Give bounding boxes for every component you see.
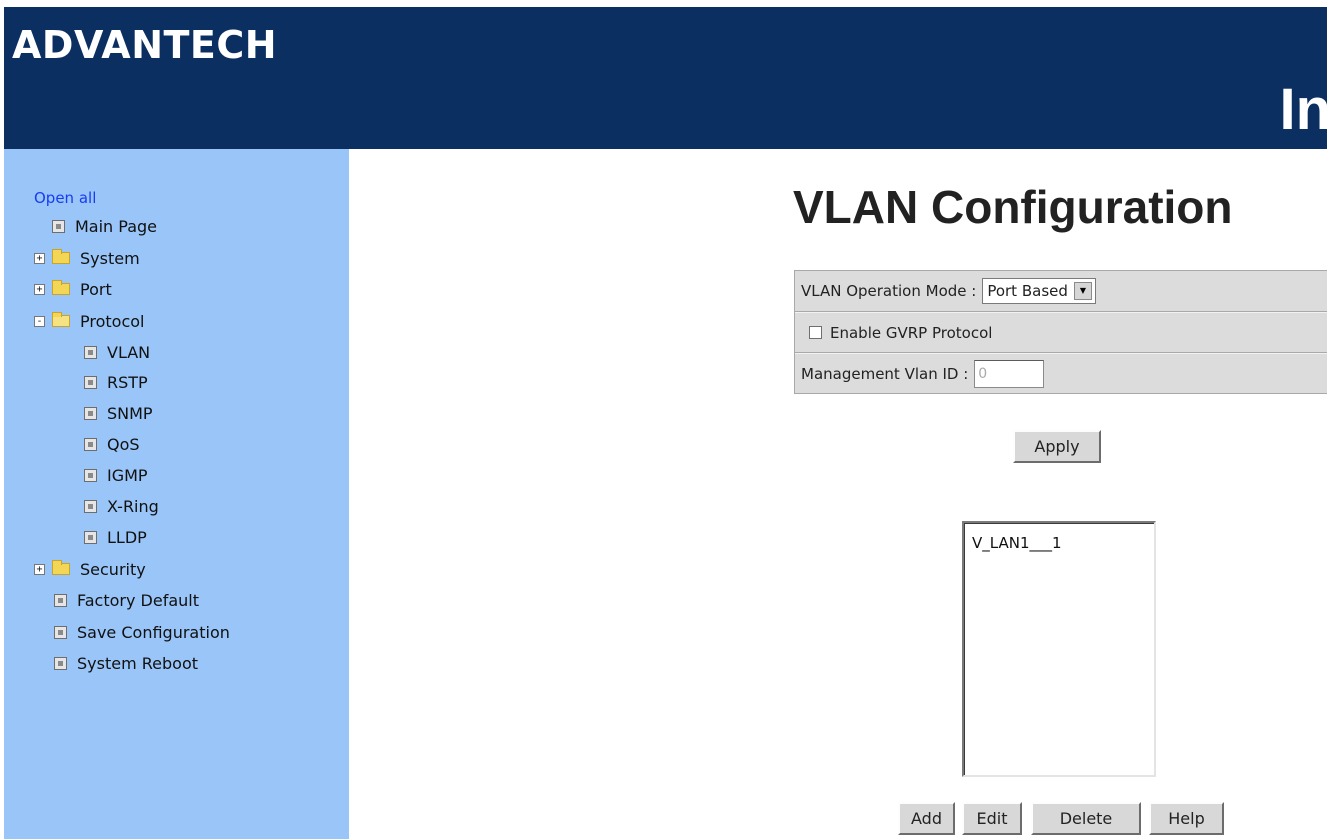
page-icon xyxy=(54,625,67,639)
sidebar-item-save-configuration[interactable]: Save Configuration xyxy=(54,620,230,644)
sidebar-item-label: System Reboot xyxy=(77,653,198,673)
banner-title-fragment: In xyxy=(1279,77,1327,142)
sidebar-item-vlan[interactable]: VLAN xyxy=(84,340,150,364)
sidebar-item-label: Protocol xyxy=(80,311,145,331)
sidebar-item-label: Factory Default xyxy=(77,590,199,610)
page-icon xyxy=(84,530,97,544)
page-icon xyxy=(84,406,97,420)
open-all-link[interactable]: Open all xyxy=(34,189,96,207)
page-icon xyxy=(84,468,97,482)
sidebar-item-qos[interactable]: QoS xyxy=(84,432,140,456)
edit-button[interactable]: Edit xyxy=(962,802,1022,835)
operation-mode-row: VLAN Operation Mode : Port Based ▼ xyxy=(795,271,1327,312)
add-button[interactable]: Add xyxy=(898,802,955,835)
page-icon xyxy=(84,499,97,513)
folder-open-icon xyxy=(52,312,70,327)
sidebar-item-rstp[interactable]: RSTP xyxy=(84,370,148,394)
help-button[interactable]: Help xyxy=(1149,802,1224,835)
collapse-icon[interactable]: - xyxy=(34,315,45,327)
page-icon xyxy=(84,437,97,451)
page-title: VLAN Configuration xyxy=(793,181,1233,233)
expand-icon[interactable]: + xyxy=(34,252,45,264)
folder-icon xyxy=(52,249,70,264)
page-icon xyxy=(84,375,97,389)
sidebar-item-system[interactable]: + System xyxy=(34,246,140,270)
sidebar-item-label: VLAN xyxy=(107,342,151,362)
page-icon xyxy=(84,345,97,359)
sidebar-item-snmp[interactable]: SNMP xyxy=(84,401,153,425)
advantech-logo: ADVANTECH xyxy=(12,23,278,67)
sidebar-item-label: X-Ring xyxy=(107,496,159,516)
vlan-config-table: VLAN Operation Mode : Port Based ▼ Enabl… xyxy=(794,270,1327,394)
sidebar-item-label: RSTP xyxy=(107,372,148,392)
operation-mode-label: VLAN Operation Mode : xyxy=(801,282,977,300)
app-window: ADVANTECH In Open all Main Page + System… xyxy=(0,0,1327,839)
sidebar-item-main-page[interactable]: Main Page xyxy=(52,214,157,238)
sidebar-item-factory-default[interactable]: Factory Default xyxy=(54,588,199,612)
sidebar-item-port[interactable]: + Port xyxy=(34,277,112,301)
sidebar-item-lldp[interactable]: LLDP xyxy=(84,525,147,549)
dropdown-arrow-icon[interactable]: ▼ xyxy=(1073,282,1092,300)
folder-icon xyxy=(52,560,70,575)
page-icon xyxy=(52,219,65,233)
vlan-list-box[interactable]: V_LAN1___1 xyxy=(962,521,1156,777)
expand-icon[interactable]: + xyxy=(34,563,45,575)
page-icon xyxy=(54,593,67,607)
expand-icon[interactable]: + xyxy=(34,283,45,295)
list-item[interactable]: V_LAN1___1 xyxy=(972,534,1154,552)
management-vlan-input[interactable]: 0 xyxy=(974,359,1045,388)
sidebar-item-label: Security xyxy=(80,559,146,579)
sidebar-item-label: SNMP xyxy=(107,403,153,423)
sidebar-item-label: QoS xyxy=(107,434,140,454)
delete-button[interactable]: Delete xyxy=(1031,802,1141,835)
sidebar-item-label: Port xyxy=(80,279,112,299)
header-banner: ADVANTECH In xyxy=(4,7,1327,149)
sidebar-item-label: Save Configuration xyxy=(77,622,230,642)
operation-mode-select[interactable]: Port Based ▼ xyxy=(982,278,1096,304)
sidebar-item-x-ring[interactable]: X-Ring xyxy=(84,494,159,518)
sidebar-nav: Open all Main Page + System + Port - Pro… xyxy=(4,149,349,839)
gvrp-checkbox[interactable] xyxy=(809,326,822,339)
management-vlan-label: Management Vlan ID : xyxy=(801,364,969,383)
operation-mode-value: Port Based xyxy=(987,282,1068,300)
gvrp-row: Enable GVRP Protocol xyxy=(795,312,1327,353)
page-icon xyxy=(54,656,67,670)
sidebar-item-protocol[interactable]: - Protocol xyxy=(34,309,144,333)
sidebar-item-system-reboot[interactable]: System Reboot xyxy=(54,651,198,675)
apply-button[interactable]: Apply xyxy=(1013,430,1101,463)
sidebar-item-label: Main Page xyxy=(75,216,158,236)
sidebar-item-label: System xyxy=(80,248,140,268)
sidebar-item-igmp[interactable]: IGMP xyxy=(84,463,148,487)
management-vlan-row: Management Vlan ID : 0 xyxy=(795,353,1327,394)
sidebar-item-label: IGMP xyxy=(107,465,148,485)
folder-icon xyxy=(52,280,70,295)
sidebar-item-security[interactable]: + Security xyxy=(34,557,146,581)
sidebar-item-label: LLDP xyxy=(107,527,147,547)
gvrp-label: Enable GVRP Protocol xyxy=(830,323,993,342)
